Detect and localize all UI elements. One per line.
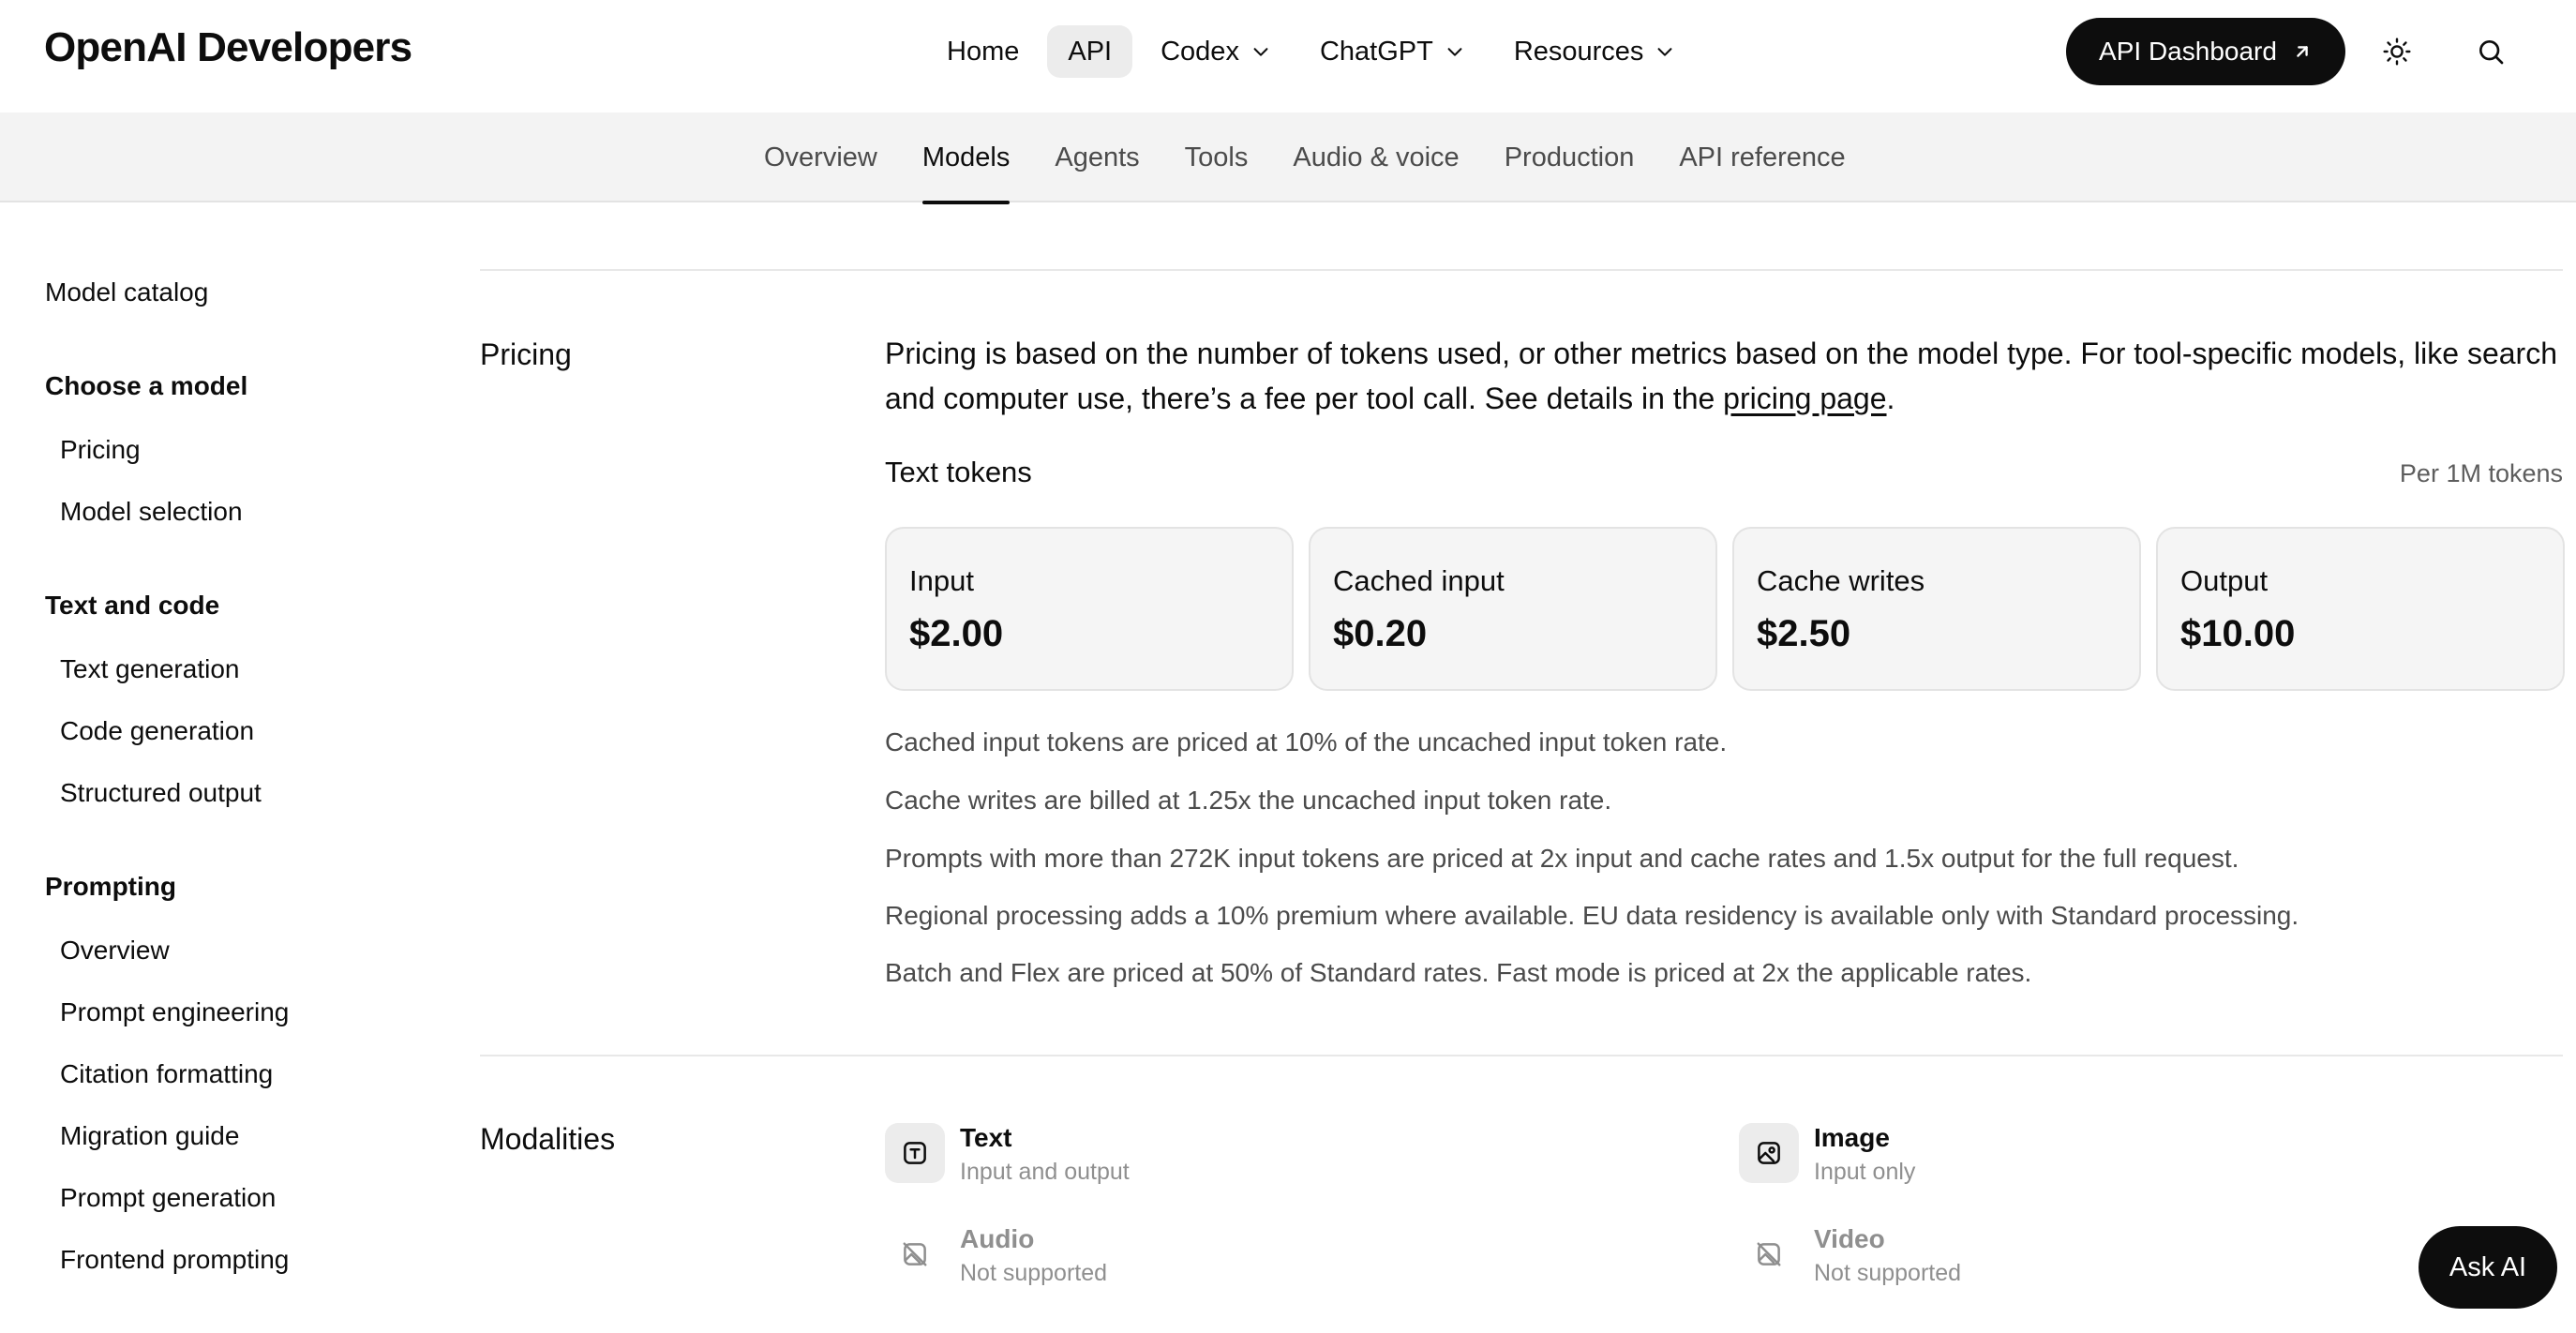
sidebar-group-choose-model: Choose a model (45, 371, 248, 400)
pricing-description-text: Pricing is based on the number of tokens… (885, 337, 2557, 415)
nav-codex[interactable]: Codex (1140, 25, 1292, 78)
nav-resources-label: Resources (1513, 36, 1644, 67)
price-card-cached-input: Cached input $0.20 (1309, 527, 1717, 691)
per-tokens-unit: Per 1M tokens (2399, 459, 2563, 487)
pricing-note: Batch and Flex are priced at 50% of Stan… (885, 958, 2032, 987)
search-icon (2479, 40, 2504, 65)
sidebar-item-code-generation[interactable]: Code generation (60, 716, 254, 746)
text-tokens-title: Text tokens (885, 456, 1032, 488)
sidebar-item-text-generation[interactable]: Text generation (60, 654, 239, 684)
arrow-up-right-icon (2297, 46, 2308, 57)
sun-icon (2383, 37, 2411, 66)
price-card-value: $2.50 (1757, 613, 1851, 654)
ask-ai-button[interactable]: Ask AI (2419, 1226, 2557, 1309)
modalities-section-label: Modalities (480, 1122, 616, 1156)
modality-name: Video (1814, 1224, 1885, 1253)
sidebar-item-pricing[interactable]: Pricing (60, 435, 141, 465)
sidebar-item-structured-output[interactable]: Structured output (60, 778, 262, 808)
price-card-value: $2.00 (909, 613, 1004, 654)
price-card-output: Output $10.00 (2156, 527, 2565, 691)
api-dashboard-button[interactable]: API Dashboard (2066, 18, 2345, 85)
text-icon (885, 1123, 945, 1183)
modality-audio: Audio Not supported (885, 1224, 1107, 1287)
modality-desc: Input and output (960, 1159, 1130, 1185)
modality-desc: Not supported (960, 1260, 1108, 1286)
sidebar-item-migration-guide[interactable]: Migration guide (60, 1121, 239, 1151)
sidebar-group-prompting: Prompting (45, 872, 176, 901)
pricing-note: Cached input tokens are priced at 10% of… (885, 727, 1728, 756)
nav-api-label: API (1068, 36, 1113, 67)
price-card-label: Output (2180, 564, 2269, 597)
pricing-page-link[interactable]: pricing page (1723, 382, 1886, 415)
nav-home-label: Home (947, 36, 1020, 67)
tab-agents[interactable]: Agents (1055, 112, 1139, 202)
price-card-input: Input $2.00 (885, 527, 1294, 691)
image-off-icon (885, 1224, 945, 1284)
pricing-note: Cache writes are billed at 1.25x the unc… (885, 786, 1612, 815)
pricing-section-label: Pricing (480, 337, 572, 371)
price-card-label: Input (909, 564, 974, 597)
section-divider (480, 269, 2563, 271)
sidebar-item-model-selection[interactable]: Model selection (60, 497, 243, 527)
pricing-note: Regional processing adds a 10% premium w… (885, 901, 2299, 930)
price-card-label: Cached input (1333, 564, 1505, 597)
brand-logo[interactable]: OpenAI Developers (44, 24, 412, 71)
sidebar-item-prompt-engineering[interactable]: Prompt engineering (60, 997, 289, 1027)
modality-video: Video Not supported (1739, 1224, 1961, 1287)
sidebar-item-prompting-overview[interactable]: Overview (60, 936, 170, 966)
price-card-cache-writes: Cache writes $2.50 (1732, 527, 2141, 691)
nav-api[interactable]: API (1047, 25, 1133, 78)
price-card-value: $10.00 (2180, 613, 2296, 654)
nav-chatgpt[interactable]: ChatGPT (1299, 25, 1486, 78)
pricing-description-end: . (1886, 382, 1895, 415)
tab-api-reference[interactable]: API reference (1679, 112, 1845, 202)
sidebar-item-citation-formatting[interactable]: Citation formatting (60, 1059, 273, 1089)
price-cards: Input $2.00 Cached input $0.20 Cache wri… (885, 527, 2565, 691)
modality-desc: Input only (1814, 1159, 1916, 1185)
theme-toggle-button[interactable] (2375, 30, 2419, 73)
price-card-value: $0.20 (1333, 613, 1428, 654)
chevron-down-icon (1658, 48, 1672, 56)
sidebar-item-prompt-generation[interactable]: Prompt generation (60, 1183, 276, 1213)
section-divider (480, 1055, 2563, 1056)
nav-chatgpt-label: ChatGPT (1319, 36, 1433, 67)
sidebar-group-text-and-code: Text and code (45, 591, 220, 620)
chevron-down-icon (1447, 48, 1462, 56)
modality-name: Text (960, 1123, 1012, 1152)
price-card-label: Cache writes (1757, 564, 1925, 597)
tab-audio-voice[interactable]: Audio & voice (1293, 112, 1459, 202)
nav-resources[interactable]: Resources (1493, 25, 1697, 78)
tab-tools[interactable]: Tools (1185, 112, 1249, 202)
top-header: OpenAI Developers Home API Codex ChatGPT… (0, 0, 2576, 112)
modality-name: Audio (960, 1224, 1035, 1253)
modality-name: Image (1814, 1123, 1890, 1152)
search-button[interactable] (2469, 30, 2512, 73)
image-off-icon (1739, 1224, 1799, 1284)
nav-home[interactable]: Home (926, 25, 1040, 78)
chevron-down-icon (1253, 48, 1268, 56)
modality-desc: Not supported (1814, 1260, 1962, 1286)
main-nav: Home API Codex ChatGPT Resources (926, 25, 1703, 78)
modality-text: Text Input and output (885, 1123, 1130, 1186)
modality-image: Image Input only (1739, 1123, 1915, 1186)
tab-production[interactable]: Production (1505, 112, 1635, 202)
pricing-description: Pricing is based on the number of tokens… (885, 331, 2563, 421)
tab-overview[interactable]: Overview (764, 112, 877, 202)
sidebar-item-frontend-prompting[interactable]: Frontend prompting (60, 1245, 289, 1275)
api-dashboard-label: API Dashboard (2099, 37, 2277, 66)
sub-nav: Overview Models Agents Tools Audio & voi… (0, 112, 2576, 204)
pricing-note: Prompts with more than 272K input tokens… (885, 844, 2239, 873)
nav-codex-label: Codex (1161, 36, 1239, 67)
image-icon (1739, 1123, 1799, 1183)
sidebar-item-model-catalog[interactable]: Model catalog (45, 277, 208, 307)
tab-models[interactable]: Models (921, 112, 1010, 204)
